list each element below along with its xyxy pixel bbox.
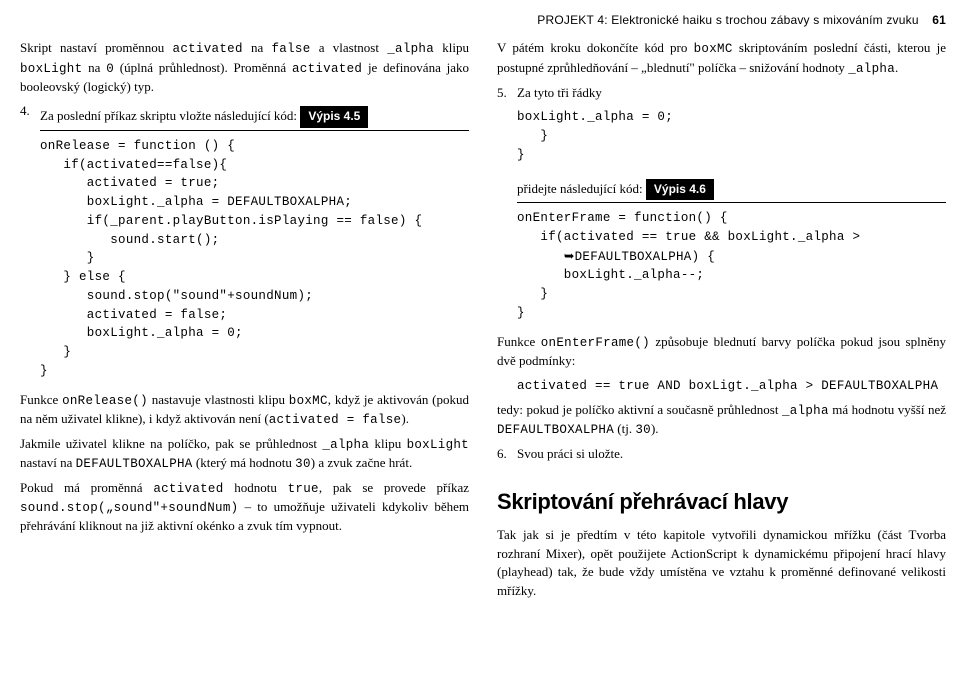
paragraph: Funkce onEnterFrame() způsobuje blednutí…: [497, 333, 946, 371]
running-header: PROJEKT 4: Elektronické haiku s trochou …: [20, 12, 946, 29]
paragraph: Tak jak si je předtím v této kapitole vy…: [497, 526, 946, 601]
section-heading: Skriptování přehrávací hlavy: [497, 486, 946, 518]
code-listing: onEnterFrame = function() { if(activated…: [517, 209, 946, 323]
code-listing: onRelease = function () { if(activated==…: [40, 137, 469, 381]
listing-rule: [40, 130, 469, 131]
line-continuation-icon: ➥: [564, 249, 575, 263]
paragraph: Skript nastaví proměnnou activated na fa…: [20, 39, 469, 96]
paragraph: V pátém kroku dokončíte kód pro boxMC sk…: [497, 39, 946, 77]
paragraph: Funkce onRelease() nastavuje vlastnosti …: [20, 391, 469, 429]
step-6: 6. Svou práci si uložte.: [497, 445, 946, 464]
step-5: 5. Za tyto tři řádky boxLight._alpha = 0…: [497, 84, 946, 323]
listing-label: Výpis 4.5: [300, 106, 368, 127]
right-column: V pátém kroku dokončíte kód pro boxMC sk…: [497, 39, 946, 607]
listing-label: Výpis 4.6: [646, 179, 714, 200]
code-line: activated == true AND boxLigt._alpha > D…: [497, 377, 946, 395]
paragraph: Jakmile uživatel klikne na políčko, pak …: [20, 435, 469, 473]
left-column: Skript nastaví proměnnou activated na fa…: [20, 39, 469, 607]
running-title: PROJEKT 4: Elektronické haiku s trochou …: [537, 13, 918, 27]
listing-rule: [517, 202, 946, 203]
paragraph: Pokud má proměnná activated hodnotu true…: [20, 479, 469, 536]
paragraph: tedy: pokud je políčko aktivní a současn…: [497, 401, 946, 439]
page-number: 61: [932, 13, 946, 27]
step-4: 4. Za poslední příkaz skriptu vložte nás…: [20, 102, 469, 380]
two-column-layout: Skript nastaví proměnnou activated na fa…: [20, 39, 946, 607]
code-snippet: boxLight._alpha = 0; } }: [517, 108, 946, 164]
